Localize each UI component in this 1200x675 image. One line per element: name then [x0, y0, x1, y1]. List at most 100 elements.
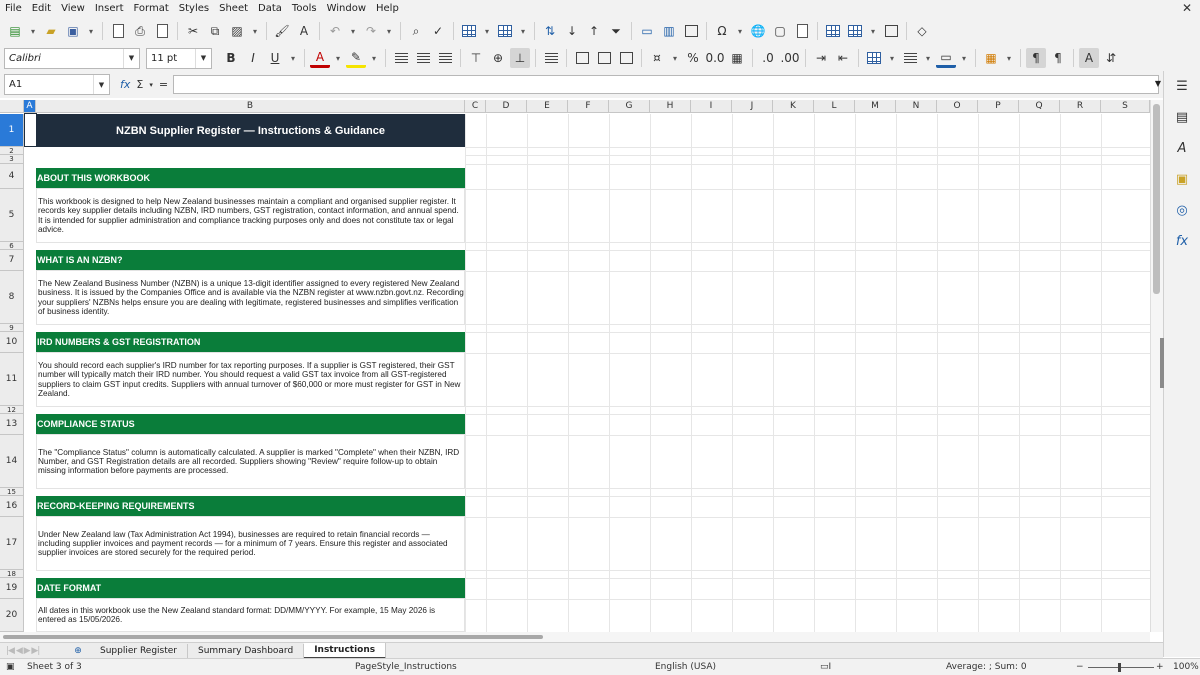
section-body-cell[interactable]: Under New Zealand law (Tax Administratio…: [36, 516, 465, 571]
insert-image-icon[interactable]: ▭: [637, 21, 657, 41]
tab-instructions[interactable]: Instructions: [304, 642, 387, 659]
special-character-icon[interactable]: Ω: [712, 21, 732, 41]
column-header-k[interactable]: K: [773, 100, 814, 113]
chevron-down-icon[interactable]: ▼: [123, 48, 139, 68]
undo-dropdown-icon[interactable]: ▾: [347, 21, 359, 41]
row-header-3[interactable]: 3: [0, 155, 24, 164]
section-body-cell[interactable]: This workbook is designed to help New Ze…: [36, 188, 465, 243]
border-style-dropdown-icon[interactable]: ▾: [922, 48, 934, 68]
menu-tools[interactable]: Tools: [287, 0, 322, 17]
comment-icon[interactable]: ▢: [770, 21, 790, 41]
undo-icon[interactable]: ↶: [325, 21, 345, 41]
menu-format[interactable]: Format: [129, 0, 174, 17]
row-header-6[interactable]: 6: [0, 242, 24, 250]
menu-help[interactable]: Help: [371, 0, 404, 17]
section-heading-cell[interactable]: COMPLIANCE STATUS: [36, 414, 465, 434]
gallery-icon[interactable]: ▣: [1173, 170, 1191, 188]
row-header-4[interactable]: 4: [0, 164, 24, 189]
currency-dropdown-icon[interactable]: ▾: [669, 48, 681, 68]
wrap-text-icon[interactable]: [541, 48, 561, 68]
merge-center-icon[interactable]: [572, 48, 592, 68]
sidebar-resize-handle[interactable]: [1160, 338, 1164, 388]
borders-icon[interactable]: [864, 48, 884, 68]
highlight-color-icon[interactable]: ✎: [346, 48, 366, 68]
insert-chart-icon[interactable]: ▥: [659, 21, 679, 41]
row-header-19[interactable]: 19: [0, 578, 24, 599]
font-name-combobox[interactable]: Calibri ▼: [4, 47, 140, 69]
clone-formatting-icon[interactable]: 🖌: [272, 21, 292, 41]
cut-icon[interactable]: ✂: [183, 21, 203, 41]
define-print-area-icon[interactable]: [823, 21, 843, 41]
row-header-15[interactable]: 15: [0, 488, 24, 496]
section-heading-cell[interactable]: IRD NUMBERS & GST REGISTRATION: [36, 332, 465, 352]
properties-icon[interactable]: ▤: [1173, 108, 1191, 126]
align-center-icon[interactable]: [413, 48, 433, 68]
merge-cells-icon[interactable]: [594, 48, 614, 68]
row-header-17[interactable]: 17: [0, 517, 24, 570]
navigator-icon[interactable]: ◎: [1173, 201, 1191, 219]
border-style-icon[interactable]: [900, 48, 920, 68]
autofilter-icon[interactable]: ⏷: [606, 21, 626, 41]
highlight-dropdown-icon[interactable]: ▾: [368, 48, 380, 68]
formula-input[interactable]: [173, 75, 1159, 94]
borders-dropdown-icon[interactable]: ▾: [886, 48, 898, 68]
new-icon[interactable]: ▤: [5, 21, 25, 41]
split-window-icon[interactable]: [881, 21, 901, 41]
find-replace-icon[interactable]: ⌕: [406, 21, 426, 41]
save-icon[interactable]: ▣: [63, 21, 83, 41]
column-header-a[interactable]: A: [24, 100, 36, 113]
save-dropdown-icon[interactable]: ▾: [85, 21, 97, 41]
select-all-corner[interactable]: [0, 100, 24, 113]
increase-indent-icon[interactable]: ⇥: [811, 48, 831, 68]
paste-icon[interactable]: ▨: [227, 21, 247, 41]
menu-file[interactable]: File: [0, 0, 27, 17]
hyperlink-icon[interactable]: 🌐: [748, 21, 768, 41]
export-pdf-icon[interactable]: [108, 21, 128, 41]
underline-dropdown-icon[interactable]: ▾: [287, 48, 299, 68]
row-header-13[interactable]: 13: [0, 414, 24, 435]
functions-icon[interactable]: fx: [1173, 232, 1191, 250]
text-direction-ltr-icon[interactable]: ¶: [1026, 48, 1046, 68]
expand-formula-bar-icon[interactable]: ▼: [1155, 79, 1161, 88]
align-top-icon[interactable]: ⊤: [466, 48, 486, 68]
sort-icon[interactable]: ⇅: [540, 21, 560, 41]
special-character-dropdown-icon[interactable]: ▾: [734, 21, 746, 41]
row-dropdown-icon[interactable]: ▾: [481, 21, 493, 41]
section-body-cell[interactable]: You should record each supplier's IRD nu…: [36, 352, 465, 407]
menu-window[interactable]: Window: [322, 0, 371, 17]
currency-icon[interactable]: ¤: [647, 48, 667, 68]
close-document-icon[interactable]: ✕: [1182, 1, 1192, 15]
print-preview-icon[interactable]: [152, 21, 172, 41]
column-header-f[interactable]: F: [568, 100, 609, 113]
language-status[interactable]: English (USA): [655, 662, 716, 672]
section-heading-cell[interactable]: RECORD-KEEPING REQUIREMENTS: [36, 496, 465, 516]
menu-data[interactable]: Data: [253, 0, 287, 17]
column-dropdown-icon[interactable]: ▾: [517, 21, 529, 41]
border-color-dropdown-icon[interactable]: ▾: [958, 48, 970, 68]
font-color-dropdown-icon[interactable]: ▾: [332, 48, 344, 68]
clear-formatting-icon[interactable]: A: [294, 21, 314, 41]
font-color-icon[interactable]: A: [310, 48, 330, 68]
section-heading-cell[interactable]: ABOUT THIS WORKBOOK: [36, 168, 465, 188]
column-header-s[interactable]: S: [1101, 100, 1150, 113]
column-header-e[interactable]: E: [527, 100, 568, 113]
menu-view[interactable]: View: [56, 0, 90, 17]
zoom-level[interactable]: 100%: [1173, 662, 1199, 672]
border-color-icon[interactable]: ▭: [936, 48, 956, 68]
paste-dropdown-icon[interactable]: ▾: [249, 21, 261, 41]
underline-icon[interactable]: U: [265, 48, 285, 68]
chevron-down-icon[interactable]: ▼: [195, 48, 211, 68]
tab-supplier-register[interactable]: Supplier Register: [90, 643, 188, 658]
section-body-cell[interactable]: All dates in this workbook use the New Z…: [36, 598, 465, 632]
tab-navigation-icon[interactable]: |◀ ◀ ▶ ▶|: [0, 646, 66, 656]
column-header-p[interactable]: P: [978, 100, 1019, 113]
row-header-10[interactable]: 10: [0, 332, 24, 353]
tab-summary-dashboard[interactable]: Summary Dashboard: [188, 643, 305, 658]
column-header-m[interactable]: M: [855, 100, 896, 113]
styles-icon[interactable]: A: [1173, 139, 1191, 157]
text-horizontal-icon[interactable]: A: [1079, 48, 1099, 68]
menu-edit[interactable]: Edit: [27, 0, 56, 17]
vertical-scroll-thumb[interactable]: [1153, 104, 1160, 294]
align-middle-icon[interactable]: ⊕: [488, 48, 508, 68]
column-header-c[interactable]: C: [465, 100, 486, 113]
